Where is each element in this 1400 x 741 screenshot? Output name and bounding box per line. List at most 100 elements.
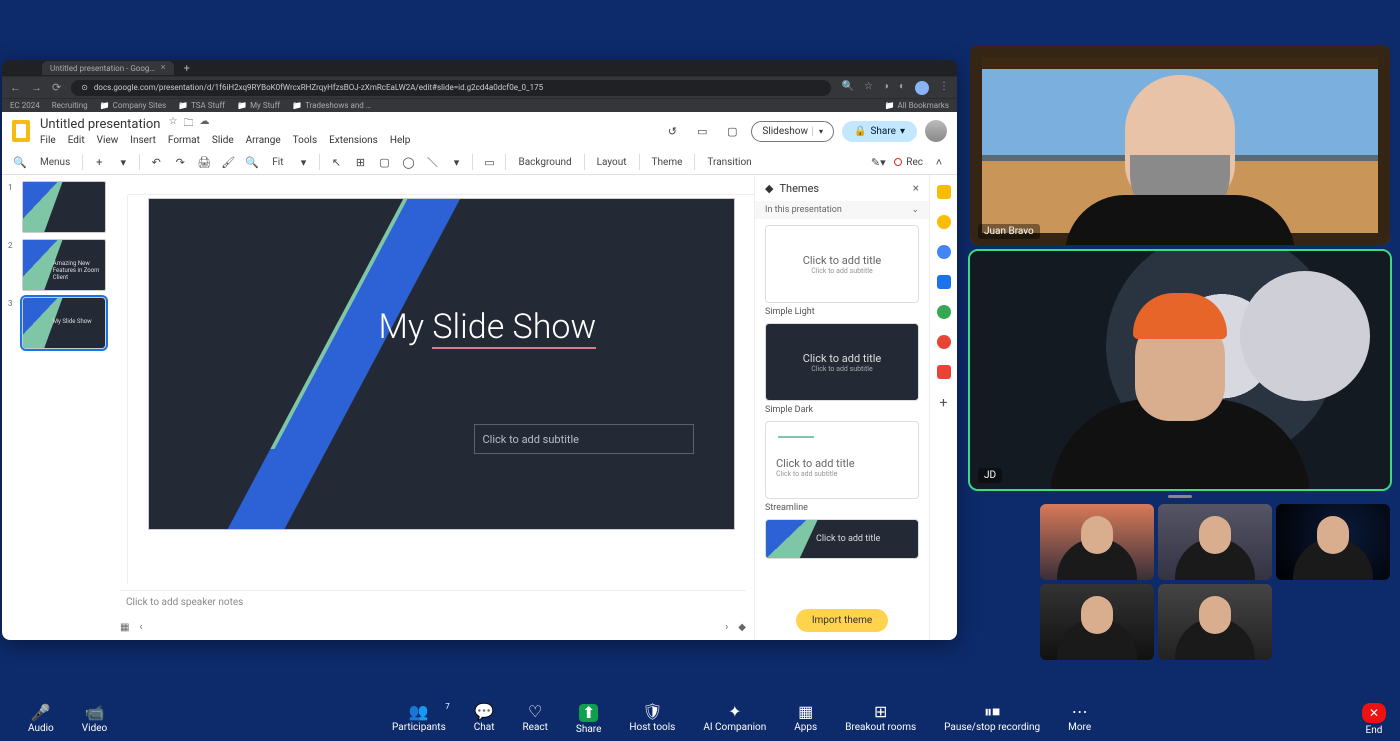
- close-icon[interactable]: ×: [161, 63, 166, 73]
- bookmark-folder[interactable]: Company Sites: [100, 101, 166, 110]
- theme-card[interactable]: Click to add title Click to add subtitle: [765, 225, 919, 303]
- cursor-icon[interactable]: ↖: [328, 156, 344, 169]
- bookmark-folder[interactable]: My Stuff: [237, 101, 280, 110]
- redo-icon[interactable]: ↷: [172, 156, 188, 169]
- contacts-icon[interactable]: [937, 275, 951, 289]
- image-icon[interactable]: ▢: [376, 156, 392, 169]
- textbox-icon[interactable]: ⊞: [352, 156, 368, 169]
- slide-title[interactable]: My Slide Show: [379, 307, 597, 349]
- url-field[interactable]: ⊙ docs.google.com/presentation/d/1f6iH2x…: [71, 80, 831, 96]
- chat-button[interactable]: 💬Chat: [460, 704, 509, 735]
- menu-tools[interactable]: Tools: [293, 135, 317, 146]
- ext-icon[interactable]: ◑: [883, 81, 889, 95]
- participant-tile-active[interactable]: JD: [970, 251, 1390, 489]
- history-icon[interactable]: ↺: [661, 120, 683, 142]
- menu-arrange[interactable]: Arrange: [246, 135, 281, 146]
- chevron-down-icon[interactable]: ▾: [812, 127, 823, 136]
- breakout-rooms-button[interactable]: ⊞Breakout rooms: [831, 704, 930, 735]
- collapse-icon[interactable]: ˄: [931, 156, 947, 169]
- pause-stop-recording-button[interactable]: ⏸⏹Pause/stop recording: [930, 704, 1054, 735]
- bookmark-folder[interactable]: Tradeshows and …: [292, 101, 371, 110]
- meet-icon[interactable]: ▢: [721, 120, 743, 142]
- participant-tile[interactable]: Juan Bravo: [970, 45, 1390, 245]
- new-tab-button[interactable]: +: [178, 62, 196, 75]
- apps-button[interactable]: ▦Apps: [780, 704, 831, 735]
- menus-button[interactable]: Menus: [36, 155, 74, 170]
- comment-icon[interactable]: ▭: [481, 156, 497, 169]
- menu-slide[interactable]: Slide: [212, 135, 234, 146]
- audio-button[interactable]: 🎤Audio: [14, 705, 68, 734]
- menu-view[interactable]: View: [97, 135, 119, 146]
- participant-tile[interactable]: Jon: [1158, 504, 1272, 580]
- end-meeting-button[interactable]: ✕: [1362, 703, 1386, 723]
- user-avatar[interactable]: [925, 120, 947, 142]
- theme-card[interactable]: Click to add title: [765, 519, 919, 559]
- layout-button[interactable]: Layout: [593, 155, 631, 170]
- bookmark-item[interactable]: EC 2024: [10, 101, 40, 110]
- paint-icon[interactable]: 🖌: [220, 156, 236, 169]
- addon-icon[interactable]: [937, 365, 951, 379]
- import-theme-button[interactable]: Import theme: [796, 609, 888, 632]
- reload-icon[interactable]: ⟳: [52, 81, 61, 94]
- close-icon[interactable]: ×: [913, 181, 919, 195]
- participant-tile[interactable]: Sarah Kim: [1040, 504, 1154, 580]
- chevron-down-icon[interactable]: ▾: [295, 156, 311, 169]
- host-tools-button[interactable]: 🛡Host tools: [615, 704, 689, 735]
- bookmark-item[interactable]: Recruiting: [52, 101, 88, 110]
- search-icon[interactable]: 🔍: [12, 156, 28, 169]
- shape-icon[interactable]: ◯: [400, 156, 416, 169]
- explore-icon[interactable]: ◆: [738, 622, 746, 633]
- menu-help[interactable]: Help: [390, 135, 410, 146]
- keep-icon[interactable]: [937, 215, 951, 229]
- react-button[interactable]: ♡React: [508, 704, 561, 735]
- menu-icon[interactable]: ⋮: [939, 81, 949, 95]
- menu-format[interactable]: Format: [168, 135, 200, 146]
- next-slide-icon[interactable]: ›: [725, 622, 728, 633]
- menu-insert[interactable]: Insert: [130, 135, 156, 146]
- theme-button[interactable]: Theme: [648, 155, 687, 170]
- star-icon[interactable]: ☆: [864, 81, 873, 95]
- participant-tile[interactable]: Max Power: [1158, 584, 1272, 660]
- move-icon[interactable]: 🗀: [183, 116, 193, 133]
- slide-thumbnail[interactable]: [22, 181, 106, 233]
- slide-subtitle-placeholder[interactable]: Click to add subtitle: [474, 424, 694, 454]
- forward-icon[interactable]: →: [31, 81, 42, 94]
- search-icon[interactable]: 🔍: [841, 81, 853, 95]
- zoom-level[interactable]: Fit: [268, 155, 287, 170]
- share-screen-button[interactable]: ⬆Share: [562, 704, 615, 735]
- chevron-down-icon[interactable]: ▾: [448, 156, 464, 169]
- bookmark-folder[interactable]: TSA Stuff: [178, 101, 225, 110]
- profile-icon[interactable]: [915, 81, 929, 95]
- all-bookmarks[interactable]: All Bookmarks: [885, 101, 950, 110]
- ext-icon[interactable]: ◐: [899, 81, 905, 95]
- maps-icon[interactable]: [937, 305, 951, 319]
- transition-button[interactable]: Transition: [703, 155, 755, 170]
- drag-handle[interactable]: [1168, 495, 1192, 498]
- back-icon[interactable]: ←: [10, 81, 21, 94]
- grid-view-icon[interactable]: ▦: [120, 622, 129, 633]
- slide-thumbnail[interactable]: Amazing New Features in Zoom Client: [22, 239, 106, 291]
- chevron-down-icon[interactable]: ▾: [115, 156, 131, 169]
- print-icon[interactable]: 🖨: [196, 156, 212, 169]
- video-button[interactable]: 📹Video: [68, 705, 121, 734]
- theme-card[interactable]: Click to add title Click to add subtitle: [765, 323, 919, 401]
- slides-logo-icon[interactable]: [12, 120, 30, 142]
- menu-extensions[interactable]: Extensions: [329, 135, 378, 146]
- record-button[interactable]: Rec: [894, 157, 923, 168]
- participant-tile[interactable]: Wes: [1040, 584, 1154, 660]
- slideshow-button[interactable]: Slideshow ▾: [751, 121, 834, 142]
- menu-edit[interactable]: Edit: [68, 135, 85, 146]
- theme-card[interactable]: Click to add title Click to add subtitle: [765, 421, 919, 499]
- keep-icon[interactable]: [937, 185, 951, 199]
- line-icon[interactable]: ＼: [424, 154, 440, 170]
- ai-companion-button[interactable]: ✦AI Companion: [689, 704, 780, 735]
- pen-icon[interactable]: ✎▾: [870, 156, 886, 169]
- prev-slide-icon[interactable]: ‹: [139, 622, 142, 633]
- addon-icon[interactable]: [937, 335, 951, 349]
- background-button[interactable]: Background: [514, 155, 575, 170]
- slide-thumbnail[interactable]: My Slide Show: [22, 297, 106, 349]
- add-icon[interactable]: +: [940, 395, 948, 411]
- more-button[interactable]: ⋯More: [1054, 704, 1105, 735]
- themes-subheader[interactable]: In this presentation ⌄: [755, 201, 929, 219]
- zoom-icon[interactable]: 🔍: [244, 156, 260, 169]
